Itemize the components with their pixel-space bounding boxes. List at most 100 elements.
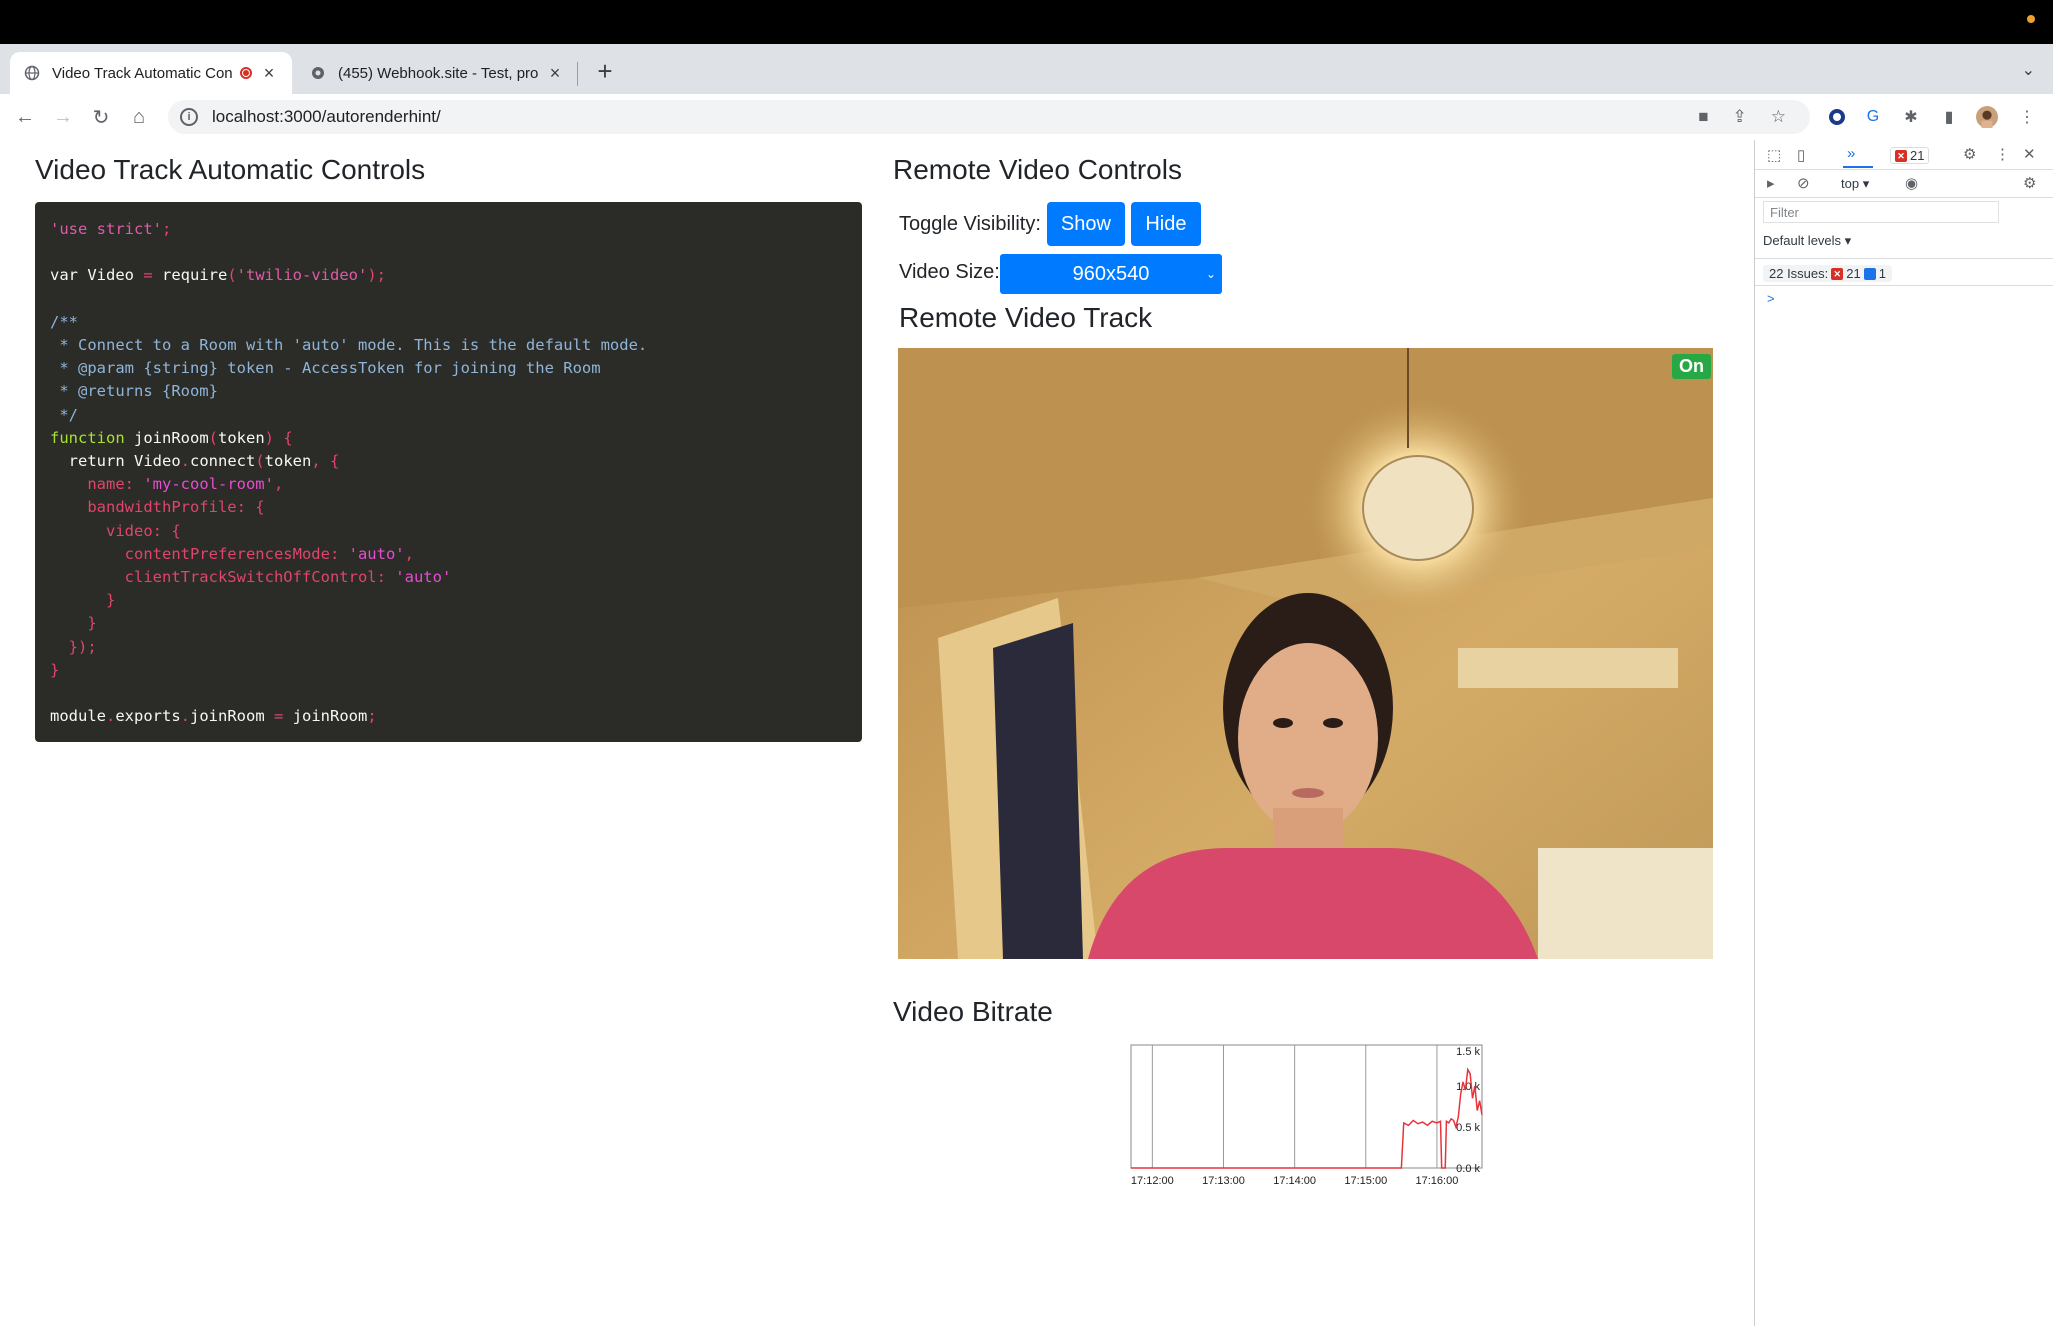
translate-icon[interactable]: G: [1862, 106, 1884, 128]
code-line: });: [50, 636, 847, 659]
code-token: /**: [50, 312, 78, 331]
bitrate-chart: 17:12:00 17:13:00 17:14:00 17:15:00 17:16:00…: [1130, 1044, 1483, 1187]
side-panel-icon[interactable]: ▮: [1938, 106, 1960, 128]
issues-label: 22 Issues:: [1769, 266, 1829, 281]
code-token: .: [106, 707, 116, 726]
code-token: 'use strict': [50, 220, 162, 238]
kebab-menu-icon[interactable]: ⋮: [1995, 145, 2010, 163]
gear-icon[interactable]: ⚙: [1963, 145, 1976, 163]
code-token: joinRoom: [292, 707, 368, 726]
code-token: .: [180, 707, 191, 726]
code-token: 'twilio-video': [236, 266, 368, 285]
hide-button[interactable]: Hide: [1130, 202, 1201, 246]
extension-circle-icon[interactable]: [1826, 106, 1848, 128]
x-tick-label: 17:12:00: [1131, 1175, 1174, 1187]
remote-track-heading: Remote Video Track: [899, 302, 1153, 333]
tab-search-icon[interactable]: ⌄: [2022, 60, 2035, 80]
levels-label: Default levels: [1763, 233, 1842, 248]
home-icon[interactable]: ⌂: [124, 102, 154, 132]
log-levels-select[interactable]: Default levels ▾: [1763, 233, 1851, 249]
code-token: ,: [404, 544, 414, 563]
code-token: contentPreferencesMode:: [50, 544, 349, 563]
code-line: video: {: [50, 520, 847, 543]
code-line: return Video.connect(token, {: [50, 450, 847, 473]
bitrate-heading: Video Bitrate: [893, 996, 1053, 1027]
error-icon: ✕: [1895, 149, 1907, 162]
code-line: * @returns {Room}: [50, 380, 847, 403]
code-token: (: [208, 428, 218, 447]
close-icon[interactable]: ✕: [2023, 145, 2036, 163]
tab-video-track[interactable]: Video Track Automatic Con ×: [10, 52, 292, 94]
video-size-select[interactable]: 960x540 ⌄: [1000, 254, 1222, 294]
code-token: ,: [273, 475, 284, 494]
kebab-menu-icon[interactable]: ⋮: [2016, 106, 2038, 128]
clear-console-icon[interactable]: ⊘: [1797, 174, 1810, 192]
code-token: exports: [115, 707, 181, 726]
video-size-value: 960x540: [1072, 262, 1150, 285]
more-tabs-icon[interactable]: »: [1847, 145, 1855, 162]
code-line: var Video = require('twilio-video');: [50, 264, 847, 287]
code-token: }: [50, 614, 97, 633]
close-icon[interactable]: ×: [260, 63, 278, 84]
menu-bar: [0, 0, 2053, 44]
error-badge[interactable]: ✕ 21: [1890, 147, 1930, 164]
code-token: =: [143, 266, 162, 285]
code-line: */: [50, 404, 847, 427]
reload-icon[interactable]: ↻: [86, 102, 116, 132]
bookmark-star-icon[interactable]: ☆: [1771, 107, 1786, 127]
code-token: joinRoom: [134, 428, 209, 447]
gear-icon[interactable]: ⚙: [2023, 174, 2036, 192]
remote-video[interactable]: On: [898, 348, 1713, 959]
code-line: name: 'my-cool-room',: [50, 473, 847, 496]
code-line: function joinRoom(token) {: [50, 427, 847, 450]
back-icon[interactable]: ←: [10, 102, 40, 132]
code-line: module.exports.joinRoom = joinRoom;: [50, 705, 847, 728]
device-toolbar-icon[interactable]: ▯: [1797, 146, 1805, 164]
inspect-icon[interactable]: ⬚: [1767, 146, 1781, 164]
new-tab-button[interactable]: +: [592, 56, 618, 87]
filter-input[interactable]: Filter: [1763, 201, 1999, 223]
address-bar[interactable]: i localhost:3000/autorenderhint/ ■ ⇪ ☆: [168, 100, 1810, 134]
code-token: 'auto': [348, 544, 405, 563]
code-line: * Connect to a Room with 'auto' mode. Th…: [50, 334, 847, 357]
issues-link[interactable]: 22 Issues: ✕ 21 1: [1763, 265, 1892, 282]
video-frame: [898, 348, 1713, 959]
url-text[interactable]: localhost:3000/autorenderhint/: [212, 107, 1698, 127]
y-tick-label: 0.5 k: [1456, 1122, 1480, 1134]
share-icon[interactable]: ⇪: [1733, 107, 1747, 127]
code-token: bandwidthProfile: {: [50, 498, 265, 517]
forward-icon[interactable]: →: [48, 102, 78, 132]
issues-info: 1: [1878, 266, 1886, 281]
tab-title: Video Track Automatic Con: [52, 64, 232, 82]
close-icon[interactable]: ×: [546, 63, 564, 84]
site-info-icon[interactable]: i: [180, 108, 198, 126]
toggle-row: Toggle Visibility: Show Hide: [899, 202, 1201, 246]
code-token: * @param {string} token - AccessToken fo…: [50, 359, 601, 378]
console-toolbar: ▸ ⊘ top ▾ ◉ ⚙: [1755, 170, 2053, 198]
sidebar-toggle-icon[interactable]: ▸: [1767, 174, 1775, 192]
tab-webhook[interactable]: (455) Webhook.site - Test, pro ×: [296, 52, 578, 94]
size-row: Video Size:: [899, 261, 1000, 284]
puzzle-icon[interactable]: ✱: [1900, 106, 1922, 128]
show-button[interactable]: Show: [1046, 202, 1125, 246]
code-line: }: [50, 612, 847, 635]
code-token: ;: [367, 707, 377, 726]
code-token: module: [50, 707, 106, 726]
devtools-panel: ⬚ ▯ » ✕ 21 ⚙ ⋮ ✕ ▸ ⊘ top ▾ ◉ ⚙ Filter De…: [1754, 140, 2053, 1326]
page-content: Video Track Automatic Controls 'use stri…: [0, 140, 1754, 1326]
console-prompt[interactable]: >: [1767, 291, 1775, 306]
y-tick-label: 1.0 k: [1456, 1081, 1480, 1093]
webhook-icon: [310, 65, 326, 81]
camera-icon[interactable]: ■: [1698, 107, 1708, 127]
avatar[interactable]: [1976, 106, 1998, 128]
toggle-label: Toggle Visibility:: [899, 212, 1041, 235]
context-select[interactable]: top ▾: [1841, 176, 1869, 192]
code-token: connect: [190, 452, 256, 471]
eye-icon[interactable]: ◉: [1905, 174, 1918, 192]
code-line: bandwidthProfile: {: [50, 496, 847, 519]
x-tick-label: 17:14:00: [1273, 1175, 1316, 1187]
recording-indicator-icon: [2027, 15, 2035, 23]
code-token: * @returns {Room}: [50, 382, 218, 401]
